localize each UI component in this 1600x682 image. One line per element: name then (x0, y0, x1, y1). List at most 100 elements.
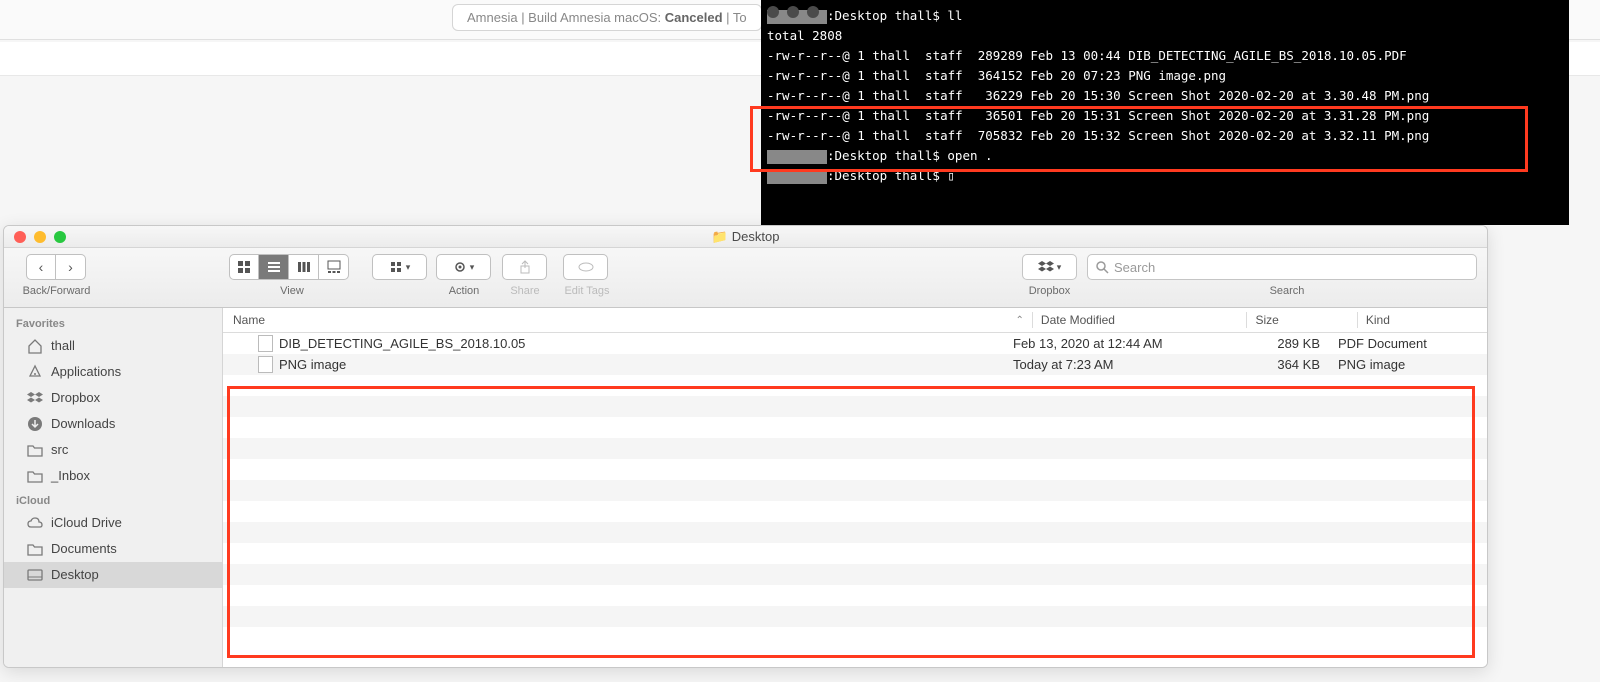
status-prefix: Amnesia | Build Amnesia macOS: (467, 10, 665, 25)
folder-icon (26, 442, 43, 459)
sidebar-heading-favorites: Favorites (4, 312, 222, 333)
folder-icon: 📁 (712, 229, 728, 244)
sidebar-item-thall[interactable]: thall (4, 333, 222, 359)
grid-small-icon (389, 260, 403, 274)
sidebar-item-src[interactable]: src (4, 437, 222, 463)
view-label: View (262, 285, 322, 297)
finder-sidebar: Favorites thallApplications Dropbox Downlo… (4, 308, 223, 667)
folder-icon (26, 468, 43, 485)
sidebar-item-label: iCloud Drive (51, 513, 122, 533)
table-row-empty (223, 585, 1487, 606)
close-icon[interactable] (14, 231, 26, 243)
finder-window[interactable]: 📁Desktop ‹ › Back/Forward View (3, 225, 1488, 668)
gear-icon (453, 260, 467, 274)
view-gallery-button[interactable] (319, 254, 349, 280)
sidebar-item-desktop[interactable]: Desktop (4, 562, 222, 588)
term-line-1: total 2808 (767, 28, 842, 43)
sidebar-item-icloud-drive[interactable]: iCloud Drive (4, 510, 222, 536)
table-row-empty (223, 417, 1487, 438)
table-row-empty (223, 396, 1487, 417)
action-label: Action (434, 285, 494, 297)
file-kind: PDF Document (1338, 336, 1468, 351)
download-icon (26, 416, 43, 433)
file-size: 289 KB (1228, 336, 1338, 351)
edit-tags-button[interactable] (563, 254, 608, 280)
col-size-header[interactable]: Size (1247, 313, 1356, 327)
column-header-row[interactable]: Name ⌃ Date Modified Size Kind (223, 308, 1487, 333)
sidebar-item-_inbox[interactable]: _Inbox (4, 463, 222, 489)
chevron-down-icon: ▾ (406, 262, 411, 273)
table-row[interactable]: DIB_DETECTING_AGILE_BS_2018.10.05Feb 13,… (223, 333, 1487, 354)
sidebar-item-label: Dropbox (51, 388, 100, 408)
cloud-icon (26, 515, 43, 532)
terminal-close-icon[interactable] (767, 6, 779, 18)
view-columns-button[interactable] (289, 254, 319, 280)
col-date-header[interactable]: Date Modified (1033, 313, 1247, 327)
search-icon (1096, 261, 1109, 274)
search-input[interactable]: Search (1087, 254, 1477, 280)
table-row-empty (223, 501, 1487, 522)
view-list-button[interactable] (259, 254, 289, 280)
terminal-traffic-lights[interactable] (767, 6, 819, 18)
term-line-3: -rw-r--r--@ 1 thall staff 364152 Feb 20 … (767, 68, 1226, 83)
sidebar-item-downloads[interactable]: Downloads (4, 411, 222, 437)
terminal-output[interactable]: :Desktop thall$ ll total 2808 -rw-r--r--… (761, 3, 1569, 192)
table-row[interactable]: PNG imageToday at 7:23 AM364 KBPNG image (223, 354, 1487, 375)
search-label: Search (1257, 285, 1317, 297)
table-row-empty (223, 522, 1487, 543)
gallery-icon (327, 260, 341, 274)
share-button[interactable] (502, 254, 547, 280)
finder-titlebar[interactable]: 📁Desktop (4, 226, 1487, 248)
sort-ascending-icon[interactable]: ⌃ (1016, 315, 1024, 326)
dropbox-button[interactable]: ▾ (1022, 254, 1077, 280)
table-row-empty (223, 606, 1487, 627)
terminal-zoom-icon[interactable] (807, 6, 819, 18)
redacted-host (767, 170, 827, 184)
term-line-5: -rw-r--r--@ 1 thall staff 36501 Feb 20 1… (767, 108, 1429, 123)
col-name-header[interactable]: Name (223, 313, 1008, 327)
sidebar-item-label: Desktop (51, 565, 99, 585)
sidebar-item-documents[interactable]: Documents (4, 536, 222, 562)
term-line-7: :Desktop thall$ open . (827, 148, 993, 163)
table-row-empty (223, 564, 1487, 585)
zoom-icon[interactable] (54, 231, 66, 243)
sidebar-item-label: Documents (51, 539, 117, 559)
list-icon (267, 260, 281, 274)
back-button[interactable]: ‹ (26, 254, 56, 280)
action-button[interactable]: ▾ (436, 254, 491, 280)
finder-toolbar: ‹ › Back/Forward View ▾ (4, 248, 1487, 308)
file-icon (258, 335, 273, 352)
term-line-6: -rw-r--r--@ 1 thall staff 705832 Feb 20 … (767, 128, 1429, 143)
file-date: Feb 13, 2020 at 12:44 AM (1013, 336, 1228, 351)
grid-icon (237, 260, 251, 274)
chevron-down-icon: ▾ (470, 262, 475, 273)
finder-traffic-lights[interactable] (14, 231, 66, 243)
sidebar-item-label: Downloads (51, 414, 115, 434)
forward-button[interactable]: › (56, 254, 86, 280)
file-list-area: Name ⌃ Date Modified Size Kind DIB_DETEC… (223, 308, 1487, 667)
search-placeholder: Search (1114, 260, 1155, 275)
folder-icon (26, 541, 43, 558)
table-row-empty (223, 480, 1487, 501)
term-line-2: -rw-r--r--@ 1 thall staff 289289 Feb 13 … (767, 48, 1407, 63)
xcode-status-pill: Amnesia | Build Amnesia macOS: Canceled … (452, 4, 762, 31)
view-icons-button[interactable] (229, 254, 259, 280)
dropbox-label: Dropbox (1022, 285, 1077, 297)
term-line-8: :Desktop thall$ (827, 168, 947, 183)
col-kind-header[interactable]: Kind (1358, 313, 1487, 327)
backfwd-label: Back/Forward (14, 285, 99, 297)
table-row-empty (223, 459, 1487, 480)
sidebar-heading-icloud: iCloud (4, 489, 222, 510)
desktop-icon (26, 567, 43, 584)
sidebar-item-label: _Inbox (51, 466, 90, 486)
terminal-window[interactable]: :Desktop thall$ ll total 2808 -rw-r--r--… (761, 0, 1569, 225)
terminal-minimize-icon[interactable] (787, 6, 799, 18)
table-row-empty (223, 438, 1487, 459)
sidebar-item-applications[interactable]: Applications (4, 359, 222, 385)
arrange-button[interactable]: ▾ (372, 254, 427, 280)
minimize-icon[interactable] (34, 231, 46, 243)
share-label: Share (500, 285, 550, 297)
file-name: PNG image (279, 357, 346, 372)
apps-icon (26, 364, 43, 381)
sidebar-item-dropbox[interactable]: Dropbox (4, 385, 222, 411)
